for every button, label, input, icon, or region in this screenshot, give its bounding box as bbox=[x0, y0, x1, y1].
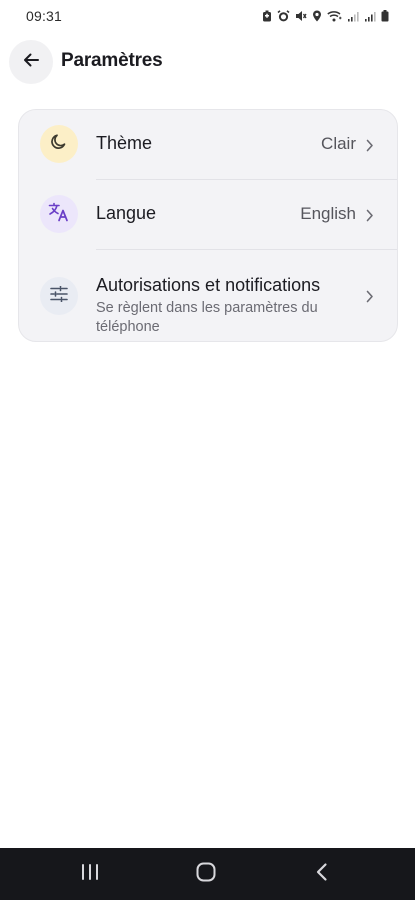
arrow-left-icon bbox=[22, 51, 40, 74]
recents-icon bbox=[80, 863, 100, 886]
permissions-icon-badge bbox=[40, 277, 78, 315]
signal-icon bbox=[364, 10, 376, 22]
navigation-bar bbox=[0, 848, 415, 900]
chevron-right-icon bbox=[365, 289, 375, 303]
settings-item-theme[interactable]: Thème Clair bbox=[19, 110, 397, 179]
status-bar: 09:31 bbox=[0, 0, 415, 32]
header: Paramètres bbox=[0, 40, 415, 84]
page-title: Paramètres bbox=[61, 50, 163, 71]
theme-icon-badge bbox=[40, 125, 78, 163]
signal-icon bbox=[347, 10, 359, 22]
recents-button[interactable] bbox=[70, 861, 110, 887]
home-button[interactable] bbox=[186, 861, 226, 887]
settings-item-label: Thème bbox=[96, 133, 153, 153]
settings-item-label: Autorisations et notifications bbox=[96, 275, 321, 295]
settings-card: Thème Clair Langue English Autorisations… bbox=[18, 109, 398, 342]
status-icons bbox=[262, 10, 389, 22]
sliders-icon bbox=[50, 285, 68, 307]
chevron-right-icon bbox=[365, 138, 375, 152]
chevron-right-icon bbox=[365, 208, 375, 222]
back-button[interactable] bbox=[9, 40, 53, 84]
alarm-icon bbox=[277, 10, 290, 22]
location-icon bbox=[312, 10, 322, 22]
battery-saver-icon bbox=[262, 10, 272, 22]
settings-item-value: Clair bbox=[321, 134, 356, 153]
settings-item-value: English bbox=[300, 204, 356, 223]
nav-back-button[interactable] bbox=[302, 861, 342, 887]
moon-icon bbox=[50, 133, 68, 156]
back-icon bbox=[315, 862, 329, 887]
mute-icon bbox=[295, 10, 307, 22]
settings-item-label: Langue bbox=[96, 203, 157, 223]
translate-icon bbox=[48, 202, 70, 227]
language-icon-badge bbox=[40, 195, 78, 233]
wifi-icon bbox=[327, 10, 342, 22]
status-time: 09:31 bbox=[26, 8, 63, 24]
settings-item-language[interactable]: Langue English bbox=[19, 179, 397, 249]
settings-item-permissions[interactable]: Autorisations et notifications Se règlen… bbox=[19, 249, 397, 341]
home-icon bbox=[195, 861, 217, 888]
settings-item-subtitle: Se règlent dans les paramètres du téléph… bbox=[96, 300, 318, 335]
battery-icon bbox=[381, 10, 389, 22]
